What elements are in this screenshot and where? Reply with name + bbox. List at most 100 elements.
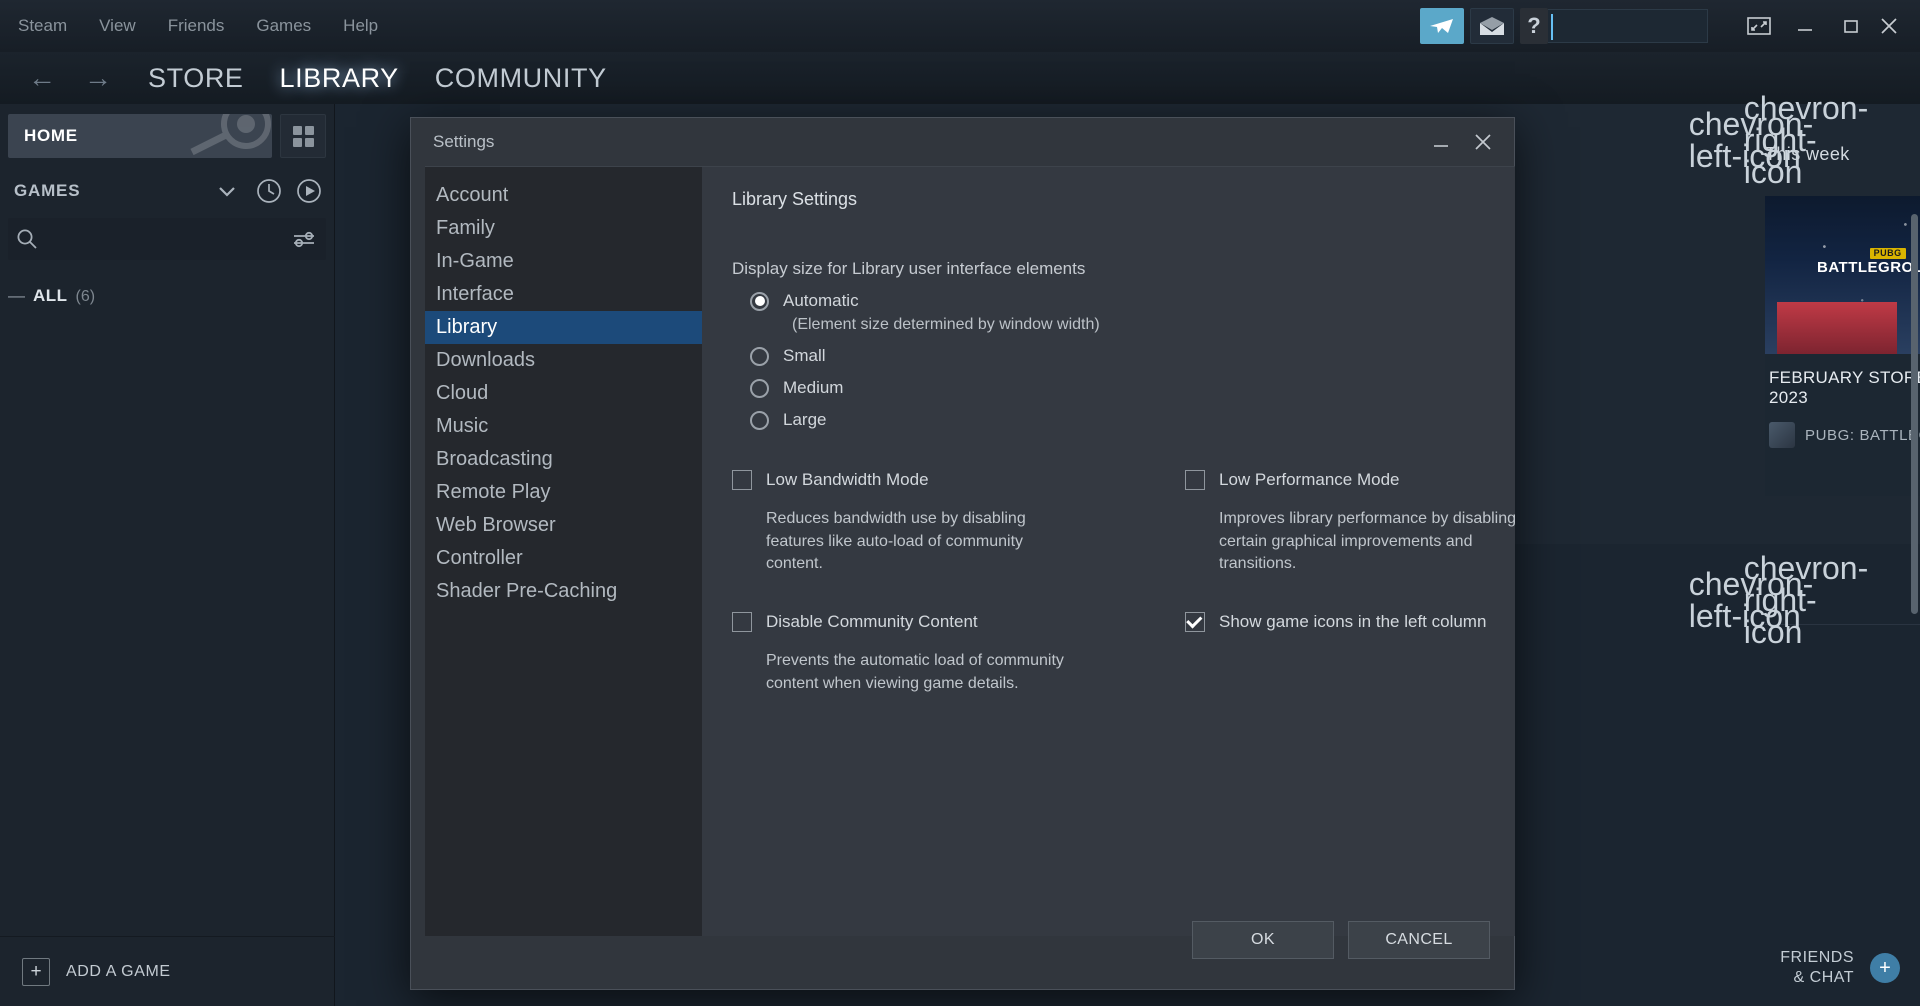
category-count: (6) — [76, 288, 96, 306]
friends-line-2: & CHAT — [1780, 968, 1854, 988]
checkbox-low-bandwidth-mode[interactable]: Low Bandwidth Mode — [732, 470, 1062, 490]
friends-and-chat-button[interactable]: FRIENDS & CHAT + — [1780, 948, 1900, 988]
grid-view-icon[interactable] — [280, 114, 326, 158]
settings-nav-library[interactable]: Library — [425, 311, 702, 344]
radio-option-small[interactable]: Small — [732, 346, 1515, 366]
back-arrow-icon[interactable]: ← — [14, 64, 70, 92]
checkbox-grid-row-1: Low Bandwidth Mode Reduces bandwidth use… — [732, 470, 1515, 576]
radio-automatic-indicator[interactable] — [750, 292, 769, 311]
checkbox-low-performance-indicator[interactable] — [1185, 470, 1205, 490]
hero-next-icon[interactable]: chevron-right-icon — [1785, 119, 1827, 161]
play-icon[interactable] — [292, 174, 326, 208]
row2-next-icon[interactable]: chevron-right-icon — [1785, 579, 1827, 621]
promo-game-badge: PUBG BATTLEGROUNDS — [1817, 244, 1920, 276]
friends-chat-label: FRIENDS & CHAT — [1780, 948, 1854, 988]
games-label: GAMES — [14, 181, 80, 201]
expand-icon[interactable] — [1736, 0, 1782, 52]
radio-large-label: Large — [783, 410, 826, 430]
friends-line-1: FRIENDS — [1780, 948, 1854, 968]
radio-large-indicator[interactable] — [750, 411, 769, 430]
add-a-game-label: ADD A GAME — [66, 963, 171, 981]
settings-nav-interface[interactable]: Interface — [425, 278, 702, 311]
checkbox-disable-community-content[interactable]: Disable Community Content — [732, 612, 1062, 632]
add-a-game-button[interactable]: + ADD A GAME — [0, 936, 335, 1006]
nav-tab-store[interactable]: STORE — [134, 63, 258, 94]
nav-tab-library[interactable]: LIBRARY — [266, 63, 413, 94]
checkbox-disable-community-label: Disable Community Content — [766, 612, 978, 632]
checkbox-disable-community-indicator[interactable] — [732, 612, 752, 632]
checkbox-col-right-1: Low Performance Mode Improves library pe… — [1185, 470, 1515, 576]
search-input[interactable] — [1548, 9, 1708, 43]
promo-podium — [1777, 302, 1897, 354]
settings-title: Settings — [433, 132, 494, 152]
cancel-button[interactable]: CANCEL — [1348, 921, 1490, 959]
games-dropdown[interactable]: GAMES — [8, 172, 246, 210]
checkbox-show-game-icons[interactable]: Show game icons in the left column — [1185, 612, 1515, 632]
menu-item-help[interactable]: Help — [327, 0, 394, 52]
broadcast-icon[interactable] — [1420, 8, 1464, 44]
clock-icon[interactable] — [252, 174, 286, 208]
checkbox-low-bandwidth-indicator[interactable] — [732, 470, 752, 490]
settings-title-bar: Settings — [411, 118, 1514, 166]
filter-icon[interactable] — [292, 230, 316, 248]
checkbox-grid-row-2: Disable Community Content Prevents the a… — [732, 612, 1515, 695]
settings-nav-controller[interactable]: Controller — [425, 542, 702, 575]
radio-medium-label: Medium — [783, 378, 843, 398]
grid-glyph — [293, 126, 314, 147]
add-friend-icon[interactable]: + — [1870, 953, 1900, 983]
promo-game-row: PUBG: BATTLEGROUNDS — [1765, 408, 1920, 448]
nav-tab-community[interactable]: COMMUNITY — [421, 63, 621, 94]
mail-icon[interactable] — [1470, 8, 1514, 44]
content-scrollbar[interactable] — [1911, 214, 1918, 614]
radio-option-large[interactable]: Large — [732, 410, 1515, 430]
promo-title: FEBRUARY STORE UPDATE 2023 — [1765, 354, 1920, 408]
settings-nav-web-browser[interactable]: Web Browser — [425, 509, 702, 542]
settings-nav-broadcasting[interactable]: Broadcasting — [425, 443, 702, 476]
menu-item-view[interactable]: View — [83, 0, 152, 52]
help-icon[interactable]: ? — [1520, 8, 1548, 44]
menu-item-friends[interactable]: Friends — [152, 0, 241, 52]
settings-close-icon[interactable] — [1466, 125, 1500, 159]
menu-item-steam[interactable]: Steam — [0, 0, 83, 52]
settings-nav-list: Account Family In-Game Interface Library… — [425, 166, 702, 936]
library-sidebar: HOME GAMES — [0, 104, 335, 1006]
settings-nav-in-game[interactable]: In-Game — [425, 245, 702, 278]
home-row: HOME — [0, 104, 334, 166]
checkbox-col-left-2: Disable Community Content Prevents the a… — [732, 612, 1062, 695]
menu-item-games[interactable]: Games — [240, 0, 327, 52]
checkbox-low-performance-mode[interactable]: Low Performance Mode — [1185, 470, 1515, 490]
radio-option-automatic[interactable]: Automatic — [732, 291, 1515, 311]
settings-nav-family[interactable]: Family — [425, 212, 702, 245]
minimize-icon[interactable] — [1782, 0, 1828, 52]
radio-medium-indicator[interactable] — [750, 379, 769, 398]
radio-automatic-label: Automatic — [783, 291, 859, 311]
collapse-icon[interactable]: — — [8, 286, 25, 306]
settings-nav-account[interactable]: Account — [425, 179, 702, 212]
checkbox-show-game-icons-indicator[interactable] — [1185, 612, 1205, 632]
promo-badge-main: BATTLEGROUNDS — [1817, 259, 1920, 276]
checkbox-show-game-icons-label: Show game icons in the left column — [1219, 612, 1486, 632]
settings-dialog: Settings Account Family In-Game Interfac… — [410, 117, 1515, 990]
promo-card[interactable]: PUBG BATTLEGROUNDS FEBRUARY STORE UPDATE… — [1765, 196, 1920, 496]
settings-nav-remote-play[interactable]: Remote Play — [425, 476, 702, 509]
promo-image: PUBG BATTLEGROUNDS — [1765, 196, 1920, 354]
settings-nav-shader-pre-caching[interactable]: Shader Pre-Caching — [425, 575, 702, 608]
forward-arrow-icon[interactable]: → — [70, 64, 126, 92]
settings-nav-downloads[interactable]: Downloads — [425, 344, 702, 377]
settings-body: Account Family In-Game Interface Library… — [411, 166, 1514, 936]
navigation-bar: ← → STORE LIBRARY COMMUNITY — [0, 52, 1920, 104]
search-icon — [16, 228, 38, 250]
home-button[interactable]: HOME — [8, 114, 272, 158]
radio-option-medium[interactable]: Medium — [732, 378, 1515, 398]
settings-nav-music[interactable]: Music — [425, 410, 702, 443]
settings-nav-cloud[interactable]: Cloud — [425, 377, 702, 410]
close-icon[interactable] — [1874, 0, 1920, 52]
maximize-icon[interactable] — [1828, 0, 1874, 52]
library-search-input[interactable] — [38, 230, 292, 248]
radio-small-indicator[interactable] — [750, 347, 769, 366]
settings-minimize-icon[interactable] — [1424, 125, 1458, 159]
library-category-all[interactable]: — ALL (6) — [0, 260, 334, 306]
games-row: GAMES — [0, 166, 334, 214]
chevron-down-icon — [218, 186, 236, 197]
ok-button[interactable]: OK — [1192, 921, 1334, 959]
